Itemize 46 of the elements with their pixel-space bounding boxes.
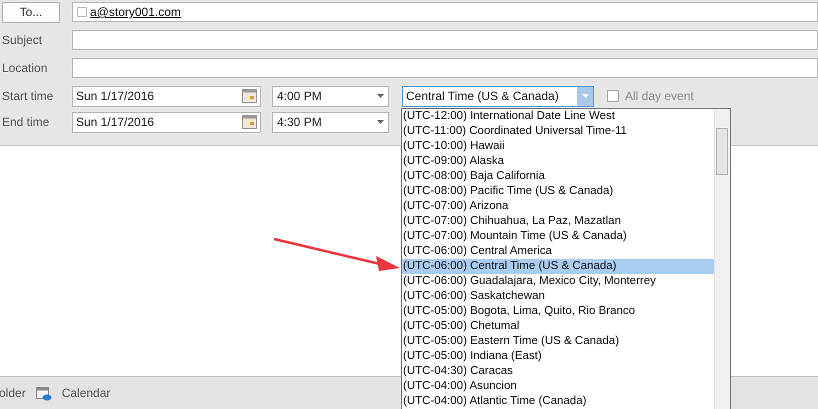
- caret-icon[interactable]: [377, 94, 384, 98]
- timezone-option[interactable]: (UTC-05:00) Indiana (East): [402, 349, 714, 364]
- timezone-option[interactable]: (UTC-06:00) Saskatchewan: [402, 289, 714, 304]
- status-text[interactable]: Calendar: [62, 386, 110, 400]
- input-field[interactable]: [72, 58, 818, 78]
- timezone-option[interactable]: (UTC-10:00) Hawaii: [402, 139, 714, 154]
- timezone-option[interactable]: (UTC-05:00) Chetumal: [402, 319, 714, 334]
- field-label: Start time: [1, 89, 54, 103]
- time-dropdown[interactable]: 4:30 PM: [272, 112, 389, 132]
- timezone-option[interactable]: (UTC-09:00) Alaska: [402, 154, 714, 169]
- recipient-address[interactable]: a@story001.com: [90, 5, 181, 19]
- input-field[interactable]: [72, 30, 818, 50]
- contact-icon: [77, 7, 87, 17]
- time-dropdown[interactable]: 4:00 PM: [272, 86, 389, 106]
- calendar-icon[interactable]: [242, 115, 257, 129]
- caret-icon: [582, 94, 588, 98]
- timezone-option[interactable]: (UTC-08:00) Baja California: [402, 169, 714, 184]
- timezone-option[interactable]: (UTC-11:00) Coordinated Universal Time-11: [402, 124, 714, 139]
- timezone-option[interactable]: (UTC-06:00) Central Time (US & Canada): [402, 259, 714, 274]
- timezone-option[interactable]: (UTC-04:00) Atlantic Time (Canada): [402, 394, 714, 409]
- timezone-option[interactable]: (UTC-04:00) Asuncion: [402, 379, 714, 394]
- timezone-option[interactable]: (UTC-05:00) Eastern Time (US & Canada): [402, 334, 714, 349]
- to-button[interactable]: To...: [2, 2, 60, 22]
- field-label: Location: [1, 61, 48, 75]
- checkbox[interactable]: [607, 90, 619, 102]
- timezone-option[interactable]: (UTC-07:00) Chihuahua, La Paz, Mazatlan: [402, 214, 714, 229]
- timezone-option[interactable]: (UTC-05:00) Bogota, Lima, Quito, Rio Branco: [402, 304, 714, 319]
- scrollbar[interactable]: [714, 109, 730, 409]
- timezone-option[interactable]: (UTC-08:00) Pacific Time (US & Canada): [402, 184, 714, 199]
- date-field[interactable]: Sun 1/17/2016: [72, 112, 261, 132]
- caret-icon[interactable]: [377, 120, 384, 124]
- timezone-option[interactable]: (UTC-07:00) Arizona: [402, 199, 714, 214]
- timezone-option[interactable]: (UTC-07:00) Mountain Time (US & Canada): [402, 229, 714, 244]
- timezone-option[interactable]: (UTC-04:30) Caracas: [402, 364, 714, 379]
- field-label: End time: [1, 115, 50, 129]
- timezone-dropdown[interactable]: Central Time (US & Canada): [402, 86, 594, 106]
- calendar-icon[interactable]: [242, 89, 257, 103]
- timezone-option[interactable]: (UTC-06:00) Central America: [402, 244, 714, 259]
- timezone-option[interactable]: (UTC-12:00) International Date Line West: [402, 109, 714, 124]
- to-field[interactable]: a@story001.com: [72, 2, 818, 22]
- timezone-option[interactable]: (UTC-06:00) Guadalajara, Mexico City, Monterrey: [402, 274, 714, 289]
- checkbox-label: All day event: [625, 89, 694, 103]
- date-field[interactable]: Sun 1/17/2016: [72, 86, 261, 106]
- field-label: Subject: [1, 33, 44, 47]
- calendar-icon[interactable]: [36, 386, 52, 400]
- dropdown-button[interactable]: [577, 86, 593, 106]
